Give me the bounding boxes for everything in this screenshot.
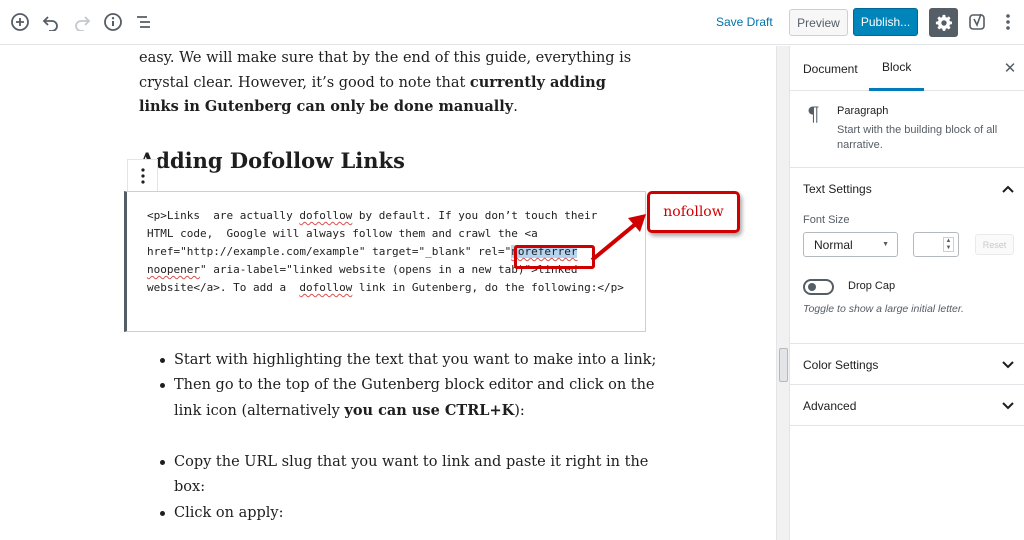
block-mover-handle[interactable] xyxy=(127,159,158,191)
yoast-icon xyxy=(969,13,985,30)
reset-button[interactable]: Reset xyxy=(975,234,1014,255)
custom-font-size-input[interactable]: ▲ ▼ xyxy=(913,232,959,257)
paragraph-icon: ¶ xyxy=(807,102,820,126)
editor-toolbar: Save Draft Preview Publish... xyxy=(0,0,1024,45)
steps-list: Start with highlighting the text that yo… xyxy=(160,348,680,424)
more-vertical-icon xyxy=(140,167,145,184)
nofollow-callout: nofollow xyxy=(647,191,740,233)
list-item[interactable]: Click on apply: xyxy=(160,501,680,526)
add-block-icon[interactable] xyxy=(8,10,32,34)
intro-paragraph[interactable]: easy. We will make sure that by the end … xyxy=(139,46,639,120)
code-segment: link in Gutenberg, do the following:</p> xyxy=(352,281,624,294)
divider xyxy=(790,425,1024,426)
tab-block[interactable]: Block xyxy=(869,46,925,91)
drop-cap-help: Toggle to show a large initial letter. xyxy=(803,303,964,315)
drop-cap-label: Drop Cap xyxy=(848,280,896,292)
advanced-toggle[interactable]: Advanced xyxy=(803,399,856,413)
drop-cap-toggle[interactable] xyxy=(803,279,834,295)
text-settings-toggle[interactable]: Text Settings xyxy=(803,182,872,196)
settings-sidebar: Document Block ✕ ¶ Paragraph Start with … xyxy=(789,46,1024,540)
divider xyxy=(790,384,1024,385)
sidebar-tabs: Document Block ✕ xyxy=(790,46,1024,91)
list-item[interactable]: Start with highlighting the text that yo… xyxy=(160,348,680,373)
undo-icon[interactable] xyxy=(39,10,63,34)
dropdown-arrow-icon: ▼ xyxy=(882,241,889,248)
close-icon[interactable]: ✕ xyxy=(1001,59,1019,77)
block-title: Paragraph xyxy=(837,105,889,117)
scroll-thumb[interactable] xyxy=(779,348,788,382)
divider xyxy=(790,343,1024,344)
gear-icon xyxy=(935,14,952,31)
save-draft-button[interactable]: Save Draft xyxy=(716,15,773,29)
steps-list-3: Click on apply: xyxy=(160,501,680,526)
publish-button[interactable]: Publish... xyxy=(853,8,918,36)
editor-scrollbar[interactable] xyxy=(776,46,789,540)
block-card: ¶ Paragraph Start with the building bloc… xyxy=(790,91,1024,168)
chevron-down-icon[interactable] xyxy=(1001,358,1015,372)
more-vertical-icon xyxy=(1006,14,1010,30)
block-description: Start with the building block of all nar… xyxy=(837,124,998,151)
chevron-up-icon[interactable] xyxy=(1001,182,1015,196)
steps-list-2: Copy the URL slug that you want to link … xyxy=(160,450,680,500)
list-item[interactable]: Then go to the top of the Gutenberg bloc… xyxy=(160,373,680,424)
tab-document[interactable]: Document xyxy=(803,46,858,91)
highlight-annotation-box xyxy=(514,245,595,269)
chevron-down-icon[interactable] xyxy=(1001,399,1015,413)
editor-canvas[interactable]: easy. We will make sure that by the end … xyxy=(0,46,776,540)
code-segment: <p>Links are actually xyxy=(147,209,300,222)
more-options-button[interactable] xyxy=(998,10,1018,34)
list-item[interactable]: Copy the URL slug that you want to link … xyxy=(160,450,680,500)
font-size-label: Font Size xyxy=(803,214,850,226)
font-size-select[interactable]: Normal ▼ xyxy=(803,232,898,257)
section-heading[interactable]: Adding Dofollow Links xyxy=(139,148,405,173)
outline-icon[interactable] xyxy=(132,10,156,34)
color-settings-toggle[interactable]: Color Settings xyxy=(803,358,878,372)
redo-icon[interactable] xyxy=(70,10,94,34)
info-icon[interactable] xyxy=(101,10,125,34)
settings-button[interactable] xyxy=(929,8,958,37)
code-segment: dofollow xyxy=(299,209,353,222)
yoast-button[interactable] xyxy=(966,10,990,34)
code-segment: dofollow xyxy=(299,281,353,294)
code-segment: noopener xyxy=(147,263,200,276)
spinner-icon[interactable]: ▲ ▼ xyxy=(943,237,954,252)
preview-button[interactable]: Preview xyxy=(789,9,848,36)
